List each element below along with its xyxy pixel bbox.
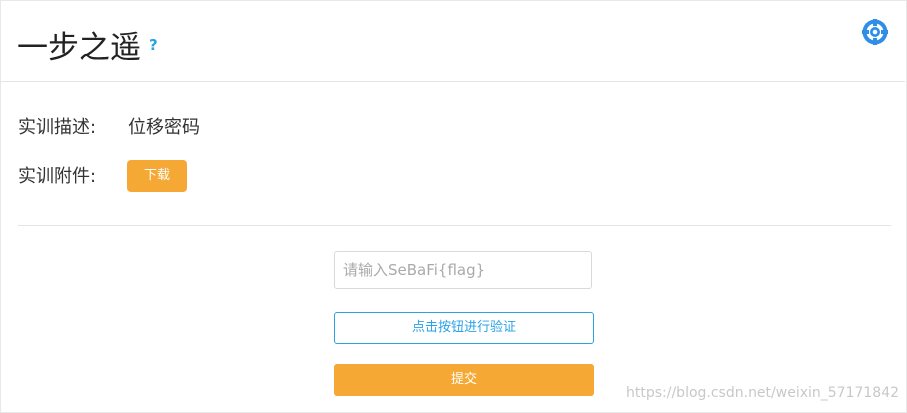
watermark-text: https://blog.csdn.net/weixin_57171842	[626, 385, 900, 401]
section-divider	[18, 225, 891, 226]
page-header: 一步之遥 ?	[0, 0, 905, 82]
description-label: 实训描述:	[18, 117, 97, 138]
attachment-label: 实训附件:	[18, 166, 97, 187]
submit-button[interactable]: 提交	[334, 364, 594, 396]
page-title: 一步之遥	[17, 30, 141, 66]
description-value: 位移密码	[128, 117, 200, 138]
flag-input[interactable]	[334, 251, 592, 289]
lifebuoy-icon[interactable]	[861, 18, 889, 46]
verify-button[interactable]: 点击按钮进行验证	[334, 312, 594, 344]
help-icon[interactable]: ?	[149, 36, 158, 54]
download-button[interactable]: 下载	[127, 160, 187, 192]
